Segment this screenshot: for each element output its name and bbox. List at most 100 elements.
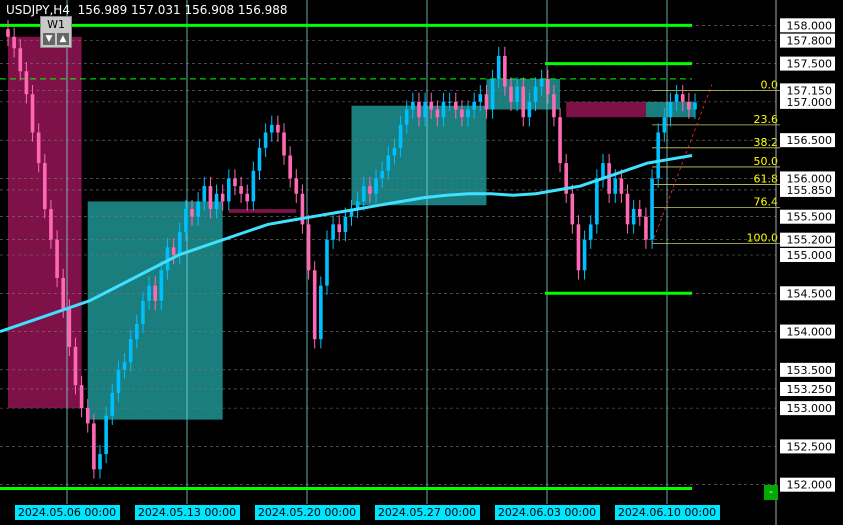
candle-body — [184, 209, 188, 233]
candle-body — [558, 117, 562, 164]
candle-body — [116, 369, 121, 393]
price-label: 153.250 — [787, 383, 833, 396]
candle-body — [466, 109, 470, 118]
candle-body — [257, 147, 262, 171]
candle-body — [496, 55, 501, 79]
fib-label: 76.4 — [754, 196, 779, 209]
candle-body — [380, 170, 384, 179]
candle-body — [545, 78, 550, 95]
fib-label: 50.0 — [754, 155, 779, 168]
candle-body — [85, 408, 90, 424]
candle-body — [245, 193, 250, 202]
candle-body — [588, 224, 593, 240]
candle-body — [582, 239, 587, 271]
candle-body — [110, 392, 115, 416]
candle-body — [404, 109, 409, 125]
candle-body — [503, 55, 507, 87]
candle-body — [417, 101, 421, 118]
date-label: 2024.06.10 00:00 — [618, 506, 716, 519]
candle-body — [159, 270, 164, 301]
candle-body — [460, 109, 464, 118]
candle-body — [306, 224, 311, 271]
candle-body — [36, 132, 41, 164]
candle-body — [233, 178, 237, 187]
candle-body — [30, 94, 35, 133]
candle-body — [637, 209, 642, 217]
candle-body — [147, 285, 151, 301]
candle-body — [411, 101, 415, 110]
candle-body — [625, 193, 630, 225]
candle-body — [613, 178, 618, 194]
date-label: 2024.05.13 00:00 — [138, 506, 236, 519]
candle-body — [429, 101, 434, 110]
fib-label: 23.6 — [754, 113, 779, 126]
candle-body — [43, 163, 47, 210]
fib-label: 100.0 — [747, 232, 779, 245]
date-axis: 2024.05.06 00:00 2024.05.13 00:00 2024.05.… — [15, 505, 720, 520]
candle-body — [490, 78, 495, 110]
arrow-up-icon[interactable]: ▲ — [57, 33, 69, 45]
candle-body — [374, 178, 378, 194]
candle-body — [171, 247, 176, 255]
candle-body — [539, 78, 544, 87]
candle-body — [49, 209, 53, 240]
candle-body — [12, 36, 16, 49]
price-chart[interactable]: 0.0 23.6 38.2 50.0 61.8 76.4 100.0 158.000 157.… — [0, 0, 843, 525]
candle-body — [331, 224, 335, 240]
candle-body — [227, 178, 231, 202]
candle-body — [263, 132, 268, 148]
zone-bear — [8, 36, 82, 409]
candle-body — [214, 193, 219, 210]
candle-body — [6, 29, 10, 37]
price-label: 157.000 — [787, 96, 833, 109]
timeframe-switcher[interactable]: W1 ▼ ▲ — [40, 16, 72, 48]
candle-body — [521, 86, 526, 118]
candle-body — [601, 163, 605, 179]
candle-body — [190, 209, 194, 217]
candle-body — [92, 423, 96, 470]
candle-body — [282, 132, 286, 156]
candle-body — [220, 193, 225, 202]
candle-body — [177, 232, 182, 255]
candle-body — [67, 308, 72, 347]
candle-body — [552, 94, 556, 118]
candle-body — [79, 385, 84, 409]
candle-body — [153, 285, 158, 301]
candle-body — [288, 155, 292, 179]
candle-body — [361, 186, 366, 202]
candle-body — [435, 109, 440, 118]
candle-body — [441, 101, 446, 118]
zone-bull — [87, 201, 223, 420]
candle-body — [674, 94, 679, 102]
fib-label: 0.0 — [761, 78, 779, 91]
candle-body — [98, 454, 102, 470]
candle-body — [251, 170, 256, 202]
fib-label: 38.2 — [754, 136, 779, 149]
date-label: 2024.05.27 00:00 — [378, 506, 476, 519]
candle-body — [533, 86, 538, 102]
candle-body — [73, 346, 78, 386]
price-label: 157.500 — [787, 58, 833, 71]
candle-body — [680, 94, 685, 102]
arrow-down-icon[interactable]: ▼ — [43, 33, 55, 45]
zone-bear — [566, 101, 646, 118]
candle-body — [269, 124, 274, 133]
minimize-button[interactable]: - — [764, 485, 778, 500]
candle-body — [687, 101, 691, 110]
candle-body — [527, 101, 532, 118]
date-label: 2024.05.06 00:00 — [18, 506, 116, 519]
zone-bear — [228, 209, 297, 213]
price-label: 155.000 — [787, 249, 833, 262]
candle-body — [570, 193, 575, 225]
candle-body — [631, 209, 636, 225]
date-label: 2024.05.20 00:00 — [258, 506, 356, 519]
price-label: 155.200 — [787, 234, 833, 247]
candle-body — [398, 124, 403, 148]
candle-body — [202, 186, 207, 202]
candle-body — [122, 362, 127, 370]
candle-body — [208, 186, 213, 210]
price-label: 154.500 — [787, 287, 833, 300]
date-label: 2024.06.03 00:00 — [498, 506, 596, 519]
candle-body — [423, 101, 427, 118]
price-label: 154.000 — [787, 326, 833, 339]
